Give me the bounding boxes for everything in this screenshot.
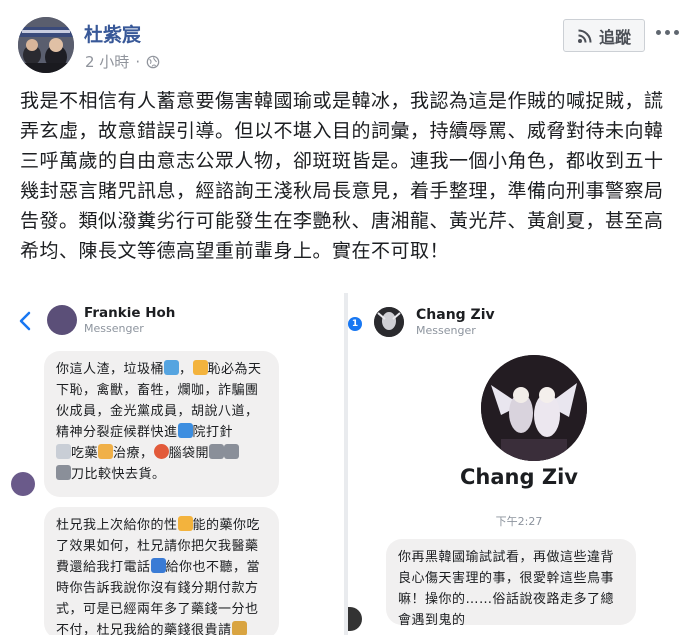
contact-subtitle: Messenger xyxy=(84,322,144,335)
post-header: 杜紫宸 2 小時 · 追蹤 xyxy=(0,0,690,84)
sender-avatar xyxy=(348,607,362,631)
contact-subtitle: Messenger xyxy=(416,324,476,337)
angry-face-emoji-icon xyxy=(153,444,169,459)
post-text: 我是不相信有人蓄意要傷害韓國瑜或是韓冰，我認為這是作賊的喊捉賊，謊弄玄虛，故意錯… xyxy=(20,90,664,262)
post-meta: 2 小時 · xyxy=(85,51,160,72)
contact-avatar xyxy=(374,307,404,337)
knife-emoji-icon xyxy=(209,444,225,459)
post-time[interactable]: 2 小時 xyxy=(85,51,129,72)
money-bag-emoji-icon xyxy=(231,621,247,635)
knife-emoji-icon xyxy=(224,444,240,459)
follow-label: 追蹤 xyxy=(598,27,631,47)
message-bubble: 杜兄我上次給你的性 能的藥你吃了效果如何，杜兄請你把欠我醫藥費還給我打電話 給你也不… xyxy=(44,507,279,635)
more-options-icon[interactable] xyxy=(653,22,681,42)
syringe-emoji-icon xyxy=(56,444,71,459)
back-arrow-icon xyxy=(19,311,31,331)
pill-emoji-icon xyxy=(98,444,114,459)
contact-avatar xyxy=(47,305,77,335)
globe-icon[interactable] xyxy=(146,55,160,69)
left-messenger-screenshot: Frankie Hoh Messenger 你這人渣，垃圾桶，恥必為天下恥，禽獸… xyxy=(0,293,344,635)
notification-badge: 1 xyxy=(348,317,362,331)
follow-button[interactable]: 追蹤 xyxy=(563,19,645,52)
contact-name: Frankie Hoh xyxy=(84,305,176,321)
knife-emoji-icon xyxy=(56,465,71,480)
symbol-emoji-icon xyxy=(177,516,193,531)
trash-emoji-icon xyxy=(164,360,180,375)
author-avatar[interactable] xyxy=(18,17,74,73)
rss-icon xyxy=(577,29,592,43)
profile-name: Chang Ziv xyxy=(460,465,578,489)
right-messenger-screenshot: 1 Chang Ziv Messenger Chang Ziv 下午2:27 你… xyxy=(348,293,690,635)
profile-avatar xyxy=(481,355,587,461)
message-bubble: 你這人渣，垃圾桶，恥必為天下恥，禽獸，畜牲，爛咖，詐騙團伙成員，金光黨成員，胡說… xyxy=(44,351,279,497)
author-name[interactable]: 杜紫宸 xyxy=(84,20,141,47)
contact-name: Chang Ziv xyxy=(416,307,495,323)
fast-forward-emoji-icon xyxy=(177,423,193,438)
symbol-emoji-icon xyxy=(192,360,208,375)
message-timestamp: 下午2:27 xyxy=(495,515,543,528)
post-image[interactable]: Frankie Hoh Messenger 你這人渣，垃圾桶，恥必為天下恥，禽獸… xyxy=(0,293,690,635)
message-bubble: 你再黑韓國瑜試試看，再做這些違背良心傷天害理的事，很愛幹這些鳥事嘛！操你的……俗… xyxy=(386,539,636,628)
phone-emoji-icon xyxy=(150,558,166,573)
meta-separator: · xyxy=(135,52,141,71)
sender-avatar xyxy=(11,472,35,496)
